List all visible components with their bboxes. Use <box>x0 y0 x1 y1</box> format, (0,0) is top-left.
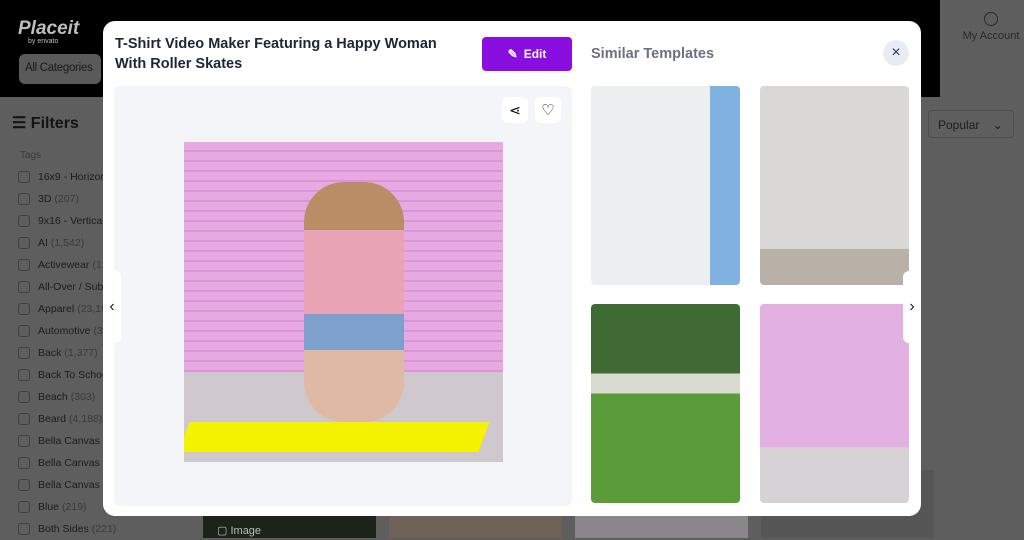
favorite-button[interactable]: ♡ <box>535 97 561 123</box>
checkbox[interactable] <box>18 303 30 315</box>
pencil-icon: ✎ <box>507 47 518 61</box>
checkbox[interactable] <box>18 435 30 447</box>
tag-name: Bella Canvas 6 <box>38 457 109 469</box>
my-account-button[interactable]: My Account <box>958 12 1024 42</box>
user-icon <box>984 12 998 26</box>
edit-label: Edit <box>523 47 547 61</box>
checkbox[interactable] <box>18 479 30 491</box>
similar-template-thumb[interactable] <box>760 304 909 503</box>
tag-name: Activewear <box>38 259 90 271</box>
image-type-label: ▢ Image <box>217 524 261 537</box>
tag-name: Blue <box>38 501 60 513</box>
heart-icon: ♡ <box>541 102 555 119</box>
tag-filter-item[interactable]: Both Sides (221) <box>18 518 143 540</box>
similar-template-thumb[interactable] <box>760 86 909 285</box>
edit-button[interactable]: ✎ Edit <box>482 37 572 71</box>
close-button[interactable]: × <box>883 40 909 66</box>
checkbox[interactable] <box>18 457 30 469</box>
tag-name: Bella Canvas 6 <box>38 479 109 491</box>
checkbox[interactable] <box>18 501 30 513</box>
tag-name: Apparel <box>38 303 75 315</box>
tag-count: (221) <box>91 523 117 535</box>
checkbox[interactable] <box>18 171 30 183</box>
tag-count: (4,188) <box>69 413 103 425</box>
tag-count: (303) <box>70 391 96 403</box>
share-button[interactable]: ⋖ <box>502 97 528 123</box>
checkbox[interactable] <box>18 281 30 293</box>
tag-name: Back <box>38 347 62 359</box>
checkbox[interactable] <box>18 413 30 425</box>
template-preview: ⋖ ♡ <box>114 86 572 506</box>
checkbox[interactable] <box>18 523 30 535</box>
tag-name: Bella Canvas 3 <box>38 435 109 447</box>
checkbox[interactable] <box>18 369 30 381</box>
preview-image <box>184 142 503 462</box>
checkbox[interactable] <box>18 237 30 249</box>
tag-count: (219) <box>62 501 87 513</box>
checkbox[interactable] <box>18 391 30 403</box>
filters-heading: ☰ Filters <box>12 113 79 133</box>
checkbox[interactable] <box>18 259 30 271</box>
tag-name: Both Sides <box>38 523 89 535</box>
tag-name: AI <box>38 237 48 249</box>
image-label-text: Image <box>230 525 262 537</box>
next-arrow[interactable]: › <box>903 271 921 343</box>
tag-name: Beach <box>38 391 68 403</box>
tag-name: Automotive <box>38 325 91 337</box>
tag-count: (3 <box>93 325 103 337</box>
placeit-logo[interactable]: Placeit by envato <box>18 18 79 45</box>
tag-count: (1,377) <box>64 347 98 359</box>
template-title: T-Shirt Video Maker Featuring a Happy Wo… <box>115 36 437 72</box>
tag-name: Beard <box>38 413 67 425</box>
similar-templates-heading: Similar Templates <box>591 46 715 62</box>
tag-name: 3D <box>38 193 52 205</box>
prev-arrow[interactable]: ‹ <box>103 271 121 343</box>
filters-icon: ☰ <box>12 115 27 132</box>
account-label: My Account <box>962 30 1020 42</box>
chevron-down-icon: ⌄ <box>992 118 1003 132</box>
checkbox[interactable] <box>18 347 30 359</box>
tag-count: (1,542) <box>50 237 85 249</box>
checkbox[interactable] <box>18 193 30 205</box>
similar-template-thumb[interactable] <box>591 86 740 285</box>
logo-sub: by envato <box>28 38 59 45</box>
tags-label: Tags <box>20 150 42 161</box>
template-modal: T-Shirt Video Maker Featuring a Happy Wo… <box>103 21 921 516</box>
sort-dropdown[interactable]: Popular ⌄ <box>928 110 1014 138</box>
checkbox[interactable] <box>18 215 30 227</box>
tag-name: Back To School <box>38 369 111 381</box>
image-yellow-stripe <box>184 422 490 452</box>
sort-label: Popular <box>938 118 980 132</box>
checkbox[interactable] <box>18 325 30 337</box>
similar-template-thumb[interactable] <box>591 304 740 503</box>
logo-text: Placeit <box>18 18 80 39</box>
image-woman <box>304 182 404 422</box>
filters-label: Filters <box>30 115 79 132</box>
tag-name: 9x16 - Vertical <box>38 215 105 227</box>
share-icon: ⋖ <box>509 101 521 118</box>
tag-count: (207) <box>54 193 79 205</box>
all-categories-button[interactable]: All Categories <box>19 54 101 84</box>
image-icon: ▢ <box>217 525 228 537</box>
